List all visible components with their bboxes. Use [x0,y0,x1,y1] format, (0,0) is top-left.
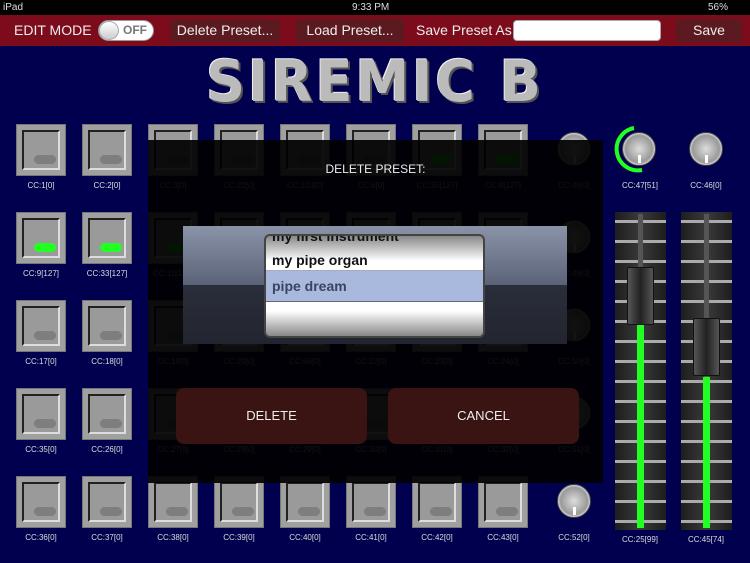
pad-button[interactable] [346,476,396,528]
pad-label: CC:9[127] [22,269,60,278]
pad-face [22,218,60,258]
pad-label: CC:18[0] [91,357,123,366]
preset-picker[interactable]: my first instrument my pipe organ pipe d… [264,234,485,338]
slider-label: CC:45[74] [687,535,725,544]
pad-button[interactable] [280,476,330,528]
pad-face [154,482,192,522]
load-preset-button[interactable]: Load Preset... [296,19,404,42]
pad-button[interactable] [16,476,66,528]
pad-label: CC:2[0] [93,181,121,190]
pad-face [286,482,324,522]
app-title: SIREMIC B [206,48,544,115]
pad-button[interactable] [82,212,132,264]
pad-label: CC:26[0] [91,445,123,454]
toolbar: EDIT MODE OFF Delete Preset... Load Pres… [0,15,750,46]
slider-thumb[interactable] [627,267,654,325]
picker-item[interactable]: my first instrument [272,236,399,244]
pad-face [88,130,126,170]
pad-led [34,243,56,252]
pad-face [88,394,126,434]
knob-cc46[interactable] [689,132,723,166]
knob-label: CC:47[51] [621,181,659,190]
pad-button[interactable] [82,124,132,176]
slider-cc45[interactable] [681,212,732,530]
clock: 9:33 PM [352,2,390,13]
pad-face [88,482,126,522]
pad-button[interactable] [82,388,132,440]
pad-button[interactable] [16,212,66,264]
pad-face [22,482,60,522]
pad-label: CC:40[0] [289,533,321,542]
delete-preset-button[interactable]: Delete Preset... [170,19,280,42]
pad-label: CC:35[0] [25,445,57,454]
pad-face [88,306,126,346]
slider-cc25[interactable] [615,212,666,530]
slider-label: CC:25[99] [621,535,659,544]
pad-led [298,507,320,516]
knob-label: CC:52[0] [558,533,590,542]
dialog-title: DELETE PRESET: [325,162,426,176]
preset-name-input[interactable] [513,20,661,41]
save-button[interactable]: Save [676,19,742,42]
pad-face [22,306,60,346]
edit-mode-toggle[interactable]: OFF [98,20,154,41]
slider-thumb[interactable] [693,318,720,376]
pad-label: CC:42[0] [421,533,453,542]
pad-button[interactable] [16,300,66,352]
pad-button[interactable] [82,300,132,352]
pad-label: CC:1[0] [27,181,55,190]
pad-led [166,507,188,516]
pad-face [220,482,258,522]
cancel-button[interactable]: CANCEL [388,388,579,444]
delete-button[interactable]: DELETE [176,388,367,444]
pad-button[interactable] [82,476,132,528]
pad-led [100,419,122,428]
save-preset-as-label: Save Preset As: [416,22,516,38]
pad-led [232,507,254,516]
status-bar: iPad 9:33 PM 56% [0,0,750,15]
pad-button[interactable] [148,476,198,528]
pad-led [34,419,56,428]
pad-led [100,507,122,516]
pad-led [34,155,56,164]
knob-cc47-level-arc [614,126,643,173]
pad-label: CC:39[0] [223,533,255,542]
pad-led [34,507,56,516]
pad-face [22,130,60,170]
pad-button[interactable] [16,388,66,440]
pad-led [430,507,452,516]
pad-label: CC:36[0] [25,533,57,542]
pad-face [22,394,60,434]
edit-mode-label: EDIT MODE [14,22,92,38]
pad-face [418,482,456,522]
battery: 56% [708,2,729,13]
toggle-state: OFF [123,23,147,37]
pad-led [34,331,56,340]
pad-led [364,507,386,516]
pad-face [352,482,390,522]
pad-led [496,507,518,516]
pad-label: CC:17[0] [25,357,57,366]
pad-button[interactable] [214,476,264,528]
knob[interactable] [557,484,591,518]
pad-label: CC:37[0] [91,533,123,542]
knob-label: CC:46[0] [690,181,722,190]
pad-face [484,482,522,522]
pad-led [100,243,122,252]
pad-label: CC:41[0] [355,533,387,542]
pad-label: CC:38[0] [157,533,189,542]
picker-item[interactable]: my pipe organ [272,252,368,268]
pad-button[interactable] [412,476,462,528]
pad-button[interactable] [16,124,66,176]
pad-face [88,218,126,258]
pad-label: CC:33[127] [86,269,128,278]
picker-item-selected[interactable]: pipe dream [272,278,347,294]
pad-led [100,155,122,164]
device-name: iPad [3,2,24,13]
pad-label: CC:43[0] [487,533,519,542]
pad-led [100,331,122,340]
pad-button[interactable] [478,476,528,528]
